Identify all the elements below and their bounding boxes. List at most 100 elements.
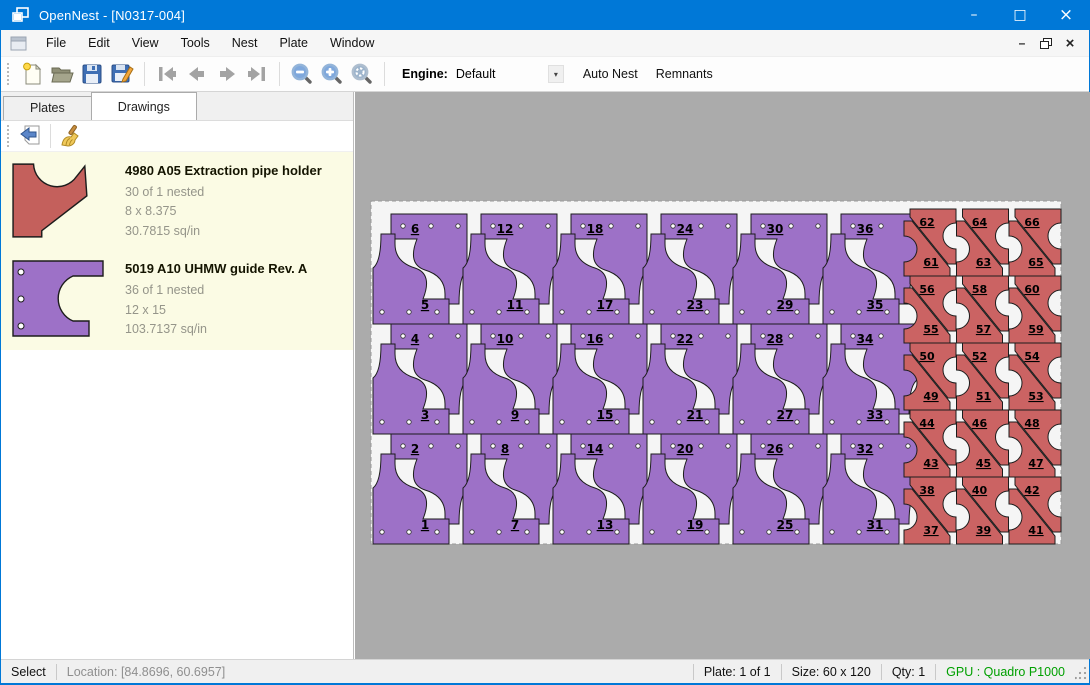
part-number-label: 11 bbox=[507, 298, 524, 312]
part-number-label: 62 bbox=[919, 216, 934, 229]
part-hole bbox=[491, 334, 495, 338]
part-hole bbox=[615, 310, 619, 314]
clean-button[interactable] bbox=[56, 123, 84, 149]
title-bar: OpenNest - [N0317-004] – □ × bbox=[1, 0, 1089, 30]
part-hole bbox=[761, 444, 765, 448]
part-number-label: 10 bbox=[497, 332, 514, 346]
nav-first-button[interactable] bbox=[152, 60, 182, 88]
menu-item-tools[interactable]: Tools bbox=[170, 31, 221, 55]
drawings-toolbar-grip[interactable] bbox=[7, 125, 11, 147]
status-plate: Plate: 1 of 1 bbox=[694, 665, 781, 679]
menu-item-nest[interactable]: Nest bbox=[221, 31, 269, 55]
nav-next-button[interactable] bbox=[212, 60, 242, 88]
part-number-label: 29 bbox=[777, 298, 794, 312]
save-as-button[interactable] bbox=[107, 60, 137, 88]
part-hole bbox=[671, 444, 675, 448]
part-hole bbox=[456, 334, 460, 338]
tab-plates[interactable]: Plates bbox=[3, 96, 92, 120]
part-number-label: 43 bbox=[923, 457, 938, 470]
part-hole bbox=[546, 334, 550, 338]
return-part-button[interactable] bbox=[17, 123, 45, 149]
mdi-restore-button[interactable] bbox=[1035, 33, 1057, 53]
resize-grip[interactable] bbox=[1075, 664, 1087, 680]
part-hole bbox=[546, 444, 550, 448]
part-hole bbox=[581, 444, 585, 448]
part-hole bbox=[636, 224, 640, 228]
menu-item-view[interactable]: View bbox=[121, 31, 170, 55]
zoom-in-button[interactable] bbox=[317, 60, 347, 88]
menu-item-file[interactable]: File bbox=[35, 31, 77, 55]
status-gpu: GPU : Quadro P1000 bbox=[936, 665, 1075, 679]
part-number-label: 26 bbox=[767, 442, 784, 456]
zoom-out-button[interactable] bbox=[287, 60, 317, 88]
part-hole bbox=[816, 224, 820, 228]
part-hole bbox=[740, 420, 744, 424]
part-number-label: 16 bbox=[587, 332, 604, 346]
part-hole bbox=[879, 444, 883, 448]
drawing-nested-count: 36 of 1 nested bbox=[125, 281, 307, 300]
part-hole bbox=[851, 334, 855, 338]
part-hole bbox=[699, 444, 703, 448]
list-item-drawing-2[interactable]: 5019 A10 UHMW guide Rev. A 36 of 1 neste… bbox=[1, 250, 353, 350]
part-hole bbox=[705, 530, 709, 534]
remnants-button[interactable]: Remnants bbox=[647, 62, 722, 86]
mdi-close-button[interactable]: × bbox=[1059, 33, 1081, 53]
nav-previous-button[interactable] bbox=[182, 60, 212, 88]
menu-item-window[interactable]: Window bbox=[319, 31, 385, 55]
nest-drawing[interactable]: 6512111817242330293635431091615222128273… bbox=[355, 92, 1090, 659]
chevron-down-icon[interactable]: ▾ bbox=[548, 65, 564, 83]
part-hole bbox=[677, 420, 681, 424]
nav-last-button[interactable] bbox=[242, 60, 272, 88]
toolbar-grip[interactable] bbox=[7, 63, 11, 85]
part-hole bbox=[636, 444, 640, 448]
part-number-label: 21 bbox=[687, 408, 704, 422]
part-hole bbox=[470, 530, 474, 534]
part-number-label: 45 bbox=[976, 457, 991, 470]
part-number-label: 59 bbox=[1028, 323, 1043, 336]
zoom-fit-button[interactable] bbox=[347, 60, 377, 88]
mdi-system-icon[interactable] bbox=[10, 36, 27, 51]
part-hole bbox=[587, 310, 591, 314]
part-hole bbox=[699, 224, 703, 228]
part-hole bbox=[677, 530, 681, 534]
drawings-list: 4980 A05 Extraction pipe holder 30 of 1 … bbox=[1, 152, 353, 350]
maximize-button[interactable]: □ bbox=[997, 0, 1043, 30]
part-number-label: 17 bbox=[597, 298, 614, 312]
engine-combobox[interactable]: Default ▾ bbox=[454, 63, 564, 85]
save-button[interactable] bbox=[77, 60, 107, 88]
list-item-drawing-1[interactable]: 4980 A05 Extraction pipe holder 30 of 1 … bbox=[1, 152, 353, 250]
part-hole bbox=[407, 530, 411, 534]
part-number-label: 9 bbox=[511, 408, 519, 422]
open-file-button[interactable] bbox=[47, 60, 77, 88]
part-number-label: 61 bbox=[923, 256, 938, 269]
part-hole bbox=[380, 420, 384, 424]
part-number-label: 18 bbox=[587, 222, 604, 236]
part-hole bbox=[401, 334, 405, 338]
new-file-button[interactable] bbox=[17, 60, 47, 88]
new-file-icon bbox=[21, 62, 43, 86]
part-number-label: 1 bbox=[421, 518, 429, 532]
tab-drawings[interactable]: Drawings bbox=[91, 92, 197, 120]
nest-canvas[interactable]: 6512111817242330293635431091615222128273… bbox=[355, 92, 1090, 659]
drawing-nested-count: 30 of 1 nested bbox=[125, 183, 322, 202]
close-button[interactable]: × bbox=[1043, 0, 1089, 30]
part-hole bbox=[615, 420, 619, 424]
menu-item-plate[interactable]: Plate bbox=[268, 31, 319, 55]
part-hole bbox=[429, 444, 433, 448]
part-hole bbox=[726, 224, 730, 228]
part-hole bbox=[726, 334, 730, 338]
part-number-label: 66 bbox=[1024, 216, 1040, 229]
part-hole bbox=[609, 334, 613, 338]
part-number-label: 13 bbox=[597, 518, 614, 532]
part-number-label: 4 bbox=[411, 332, 419, 346]
menu-item-edit[interactable]: Edit bbox=[77, 31, 121, 55]
minimize-button[interactable]: – bbox=[951, 0, 997, 30]
drawing-title: 5019 A10 UHMW guide Rev. A bbox=[125, 261, 307, 276]
part-hole bbox=[857, 420, 861, 424]
auto-nest-button[interactable]: Auto Nest bbox=[574, 62, 647, 86]
restore-icon bbox=[1040, 38, 1052, 49]
part-number-label: 47 bbox=[1028, 457, 1043, 470]
mdi-minimize-button[interactable]: – bbox=[1011, 33, 1033, 53]
part-number-label: 22 bbox=[677, 332, 694, 346]
part-hole bbox=[429, 334, 433, 338]
